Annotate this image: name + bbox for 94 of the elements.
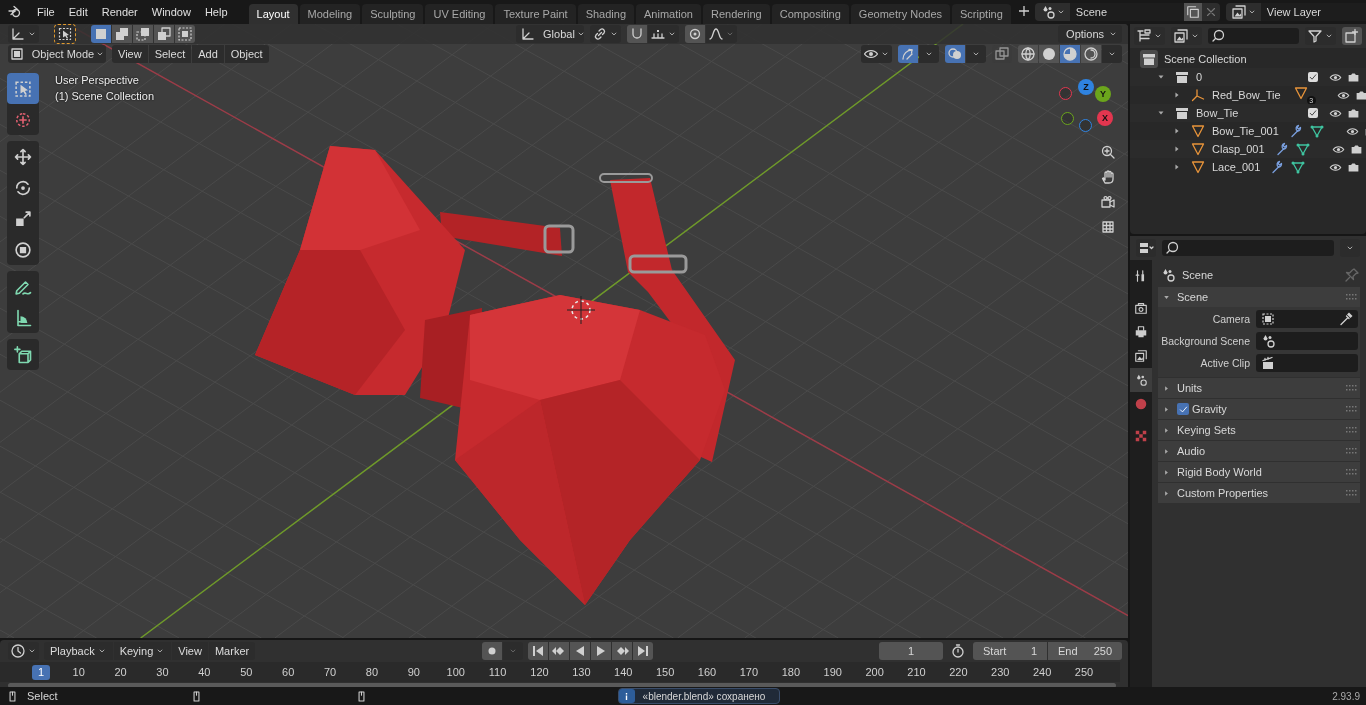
menu-item[interactable]: View <box>112 45 148 63</box>
field-label: Background Scene <box>1160 335 1250 347</box>
3d-viewport[interactable]: Global Options Object Mode View Select Add Object User Perspective (1) Scene Collection Z Y X <box>0 24 1128 638</box>
menu-item[interactable]: Edit <box>61 3 95 21</box>
object-name[interactable]: Lace_001 <box>1212 161 1261 173</box>
menu-item[interactable]: Marker <box>208 642 256 660</box>
panel-header[interactable]: Audio <box>1158 441 1360 461</box>
workspace-tab[interactable]: Texture Paint <box>495 4 576 24</box>
version-text: 2.93.9 <box>1332 690 1360 702</box>
axis-gizmo-button[interactable]: Z <box>1078 79 1094 95</box>
workspace-tab[interactable]: Rendering <box>702 4 770 24</box>
panel-header[interactable]: Units <box>1158 378 1360 398</box>
frame-number: 200 <box>864 665 885 680</box>
orientation-dropdown[interactable]: Global <box>516 25 585 43</box>
frame-number: 160 <box>696 665 718 680</box>
frame-number: 250 <box>1073 665 1095 680</box>
frame-number: 230 <box>990 665 1011 680</box>
frame-number: 110 <box>487 665 508 680</box>
frame-ruler[interactable]: 1 10 20 30 40 50 60 70 80 90 100 110 120 130 140 150 160 170 180 190 200 210 220 230 240 250 <box>0 662 1120 682</box>
frame-number: 140 <box>613 665 634 680</box>
scene-selector[interactable]: Scene <box>1034 3 1220 21</box>
frame-number: 80 <box>364 665 380 680</box>
workspace-tab[interactable]: Animation <box>636 4 701 24</box>
menu-item[interactable]: View <box>172 642 208 660</box>
frame-number: 50 <box>239 665 254 680</box>
panel-title: Keying Sets <box>1177 424 1236 436</box>
field-label: Camera <box>1211 313 1250 325</box>
frame-number: 170 <box>738 665 760 680</box>
menu-item[interactable]: Playback <box>44 642 113 660</box>
frame-number: 210 <box>906 665 927 680</box>
menu-item[interactable]: Select <box>148 45 192 63</box>
workspace-tab[interactable]: Sculpting <box>362 4 424 24</box>
workspace-tab[interactable]: Layout <box>248 4 298 24</box>
frame-number: 70 <box>322 665 338 680</box>
start-frame-field[interactable]: Start 1 <box>973 642 1047 660</box>
view-layer-selector[interactable]: View Layer <box>1225 3 1366 21</box>
frame-number: 150 <box>654 665 676 680</box>
object-name[interactable]: Bow_Tie_001 <box>1212 125 1279 137</box>
scene-name: Scene <box>1069 3 1184 21</box>
object-name[interactable]: Clasp_001 <box>1212 143 1265 155</box>
object-name[interactable]: Red_Bow_Tie <box>1212 89 1281 101</box>
panel-header[interactable]: Custom Properties <box>1158 483 1360 503</box>
panel-header[interactable]: Keying Sets <box>1158 420 1360 440</box>
frame-number: 120 <box>529 665 550 680</box>
viewport-info-text: (1) Scene Collection <box>55 90 155 102</box>
menu-item[interactable]: Render <box>94 3 145 21</box>
frame-number: 240 <box>1031 665 1053 680</box>
panel-title: Scene <box>1177 291 1209 303</box>
panel-title: Audio <box>1177 445 1206 457</box>
frame-number: 10 <box>71 665 86 680</box>
collection-name[interactable]: Bow_Tie <box>1196 107 1239 119</box>
axis-gizmo-button[interactable]: Y <box>1095 86 1111 102</box>
end-frame-field[interactable]: End 250 <box>1048 642 1122 660</box>
status-hint: Select <box>27 690 58 702</box>
frame-number: 90 <box>406 665 421 680</box>
menu-item[interactable]: Help <box>197 3 235 21</box>
menu-item[interactable]: File <box>30 3 62 21</box>
menu-item[interactable]: Add <box>192 45 224 63</box>
panel-title: Units <box>1177 382 1203 394</box>
workspace-tab[interactable]: Modeling <box>299 4 361 24</box>
collection-name[interactable]: 0 <box>1196 71 1203 83</box>
panel-header[interactable]: Gravity <box>1158 399 1360 419</box>
panel-header[interactable]: Rigid Body World <box>1158 462 1360 482</box>
menu-item[interactable]: Object <box>224 45 269 63</box>
panel-header[interactable]: Scene <box>1158 287 1360 307</box>
menu-item[interactable]: Keying <box>113 642 172 660</box>
viewport-info-text: User Perspective <box>55 74 140 86</box>
options-dropdown[interactable]: Options <box>1058 25 1122 43</box>
frame-number: 220 <box>948 665 969 680</box>
frame-number: 180 <box>780 665 801 680</box>
collection-name[interactable]: Scene Collection <box>1164 53 1247 65</box>
frame-number: 30 <box>155 665 170 680</box>
workspace-tab[interactable]: UV Editing <box>425 4 494 24</box>
workspace-tab[interactable]: Shading <box>577 4 635 24</box>
menu-item[interactable]: Window <box>144 3 198 21</box>
workspace-tab[interactable]: Geometry Nodes <box>850 4 950 24</box>
current-frame-field[interactable]: 1 <box>879 642 943 660</box>
frame-number: 40 <box>197 665 212 680</box>
view-layer-name: View Layer <box>1260 3 1366 21</box>
panel-title: Rigid Body World <box>1177 466 1262 478</box>
panel-title: Gravity <box>1192 403 1227 415</box>
workspace-tab[interactable]: Scripting <box>952 4 1011 24</box>
panel-title: Custom Properties <box>1177 487 1269 499</box>
frame-number: 190 <box>822 665 843 680</box>
frame-number: 20 <box>113 665 128 680</box>
frame-number: 60 <box>281 665 296 680</box>
mode-dropdown[interactable]: Object Mode <box>8 45 106 63</box>
workspace-tab[interactable]: Compositing <box>771 4 849 24</box>
axis-gizmo-button[interactable]: X <box>1097 110 1113 126</box>
frame-number: 1 <box>32 665 50 680</box>
frame-number: 130 <box>571 665 592 680</box>
context-path: Scene <box>1182 269 1214 281</box>
field-label: Active Clip <box>1199 357 1250 369</box>
frame-number: 100 <box>445 665 466 680</box>
